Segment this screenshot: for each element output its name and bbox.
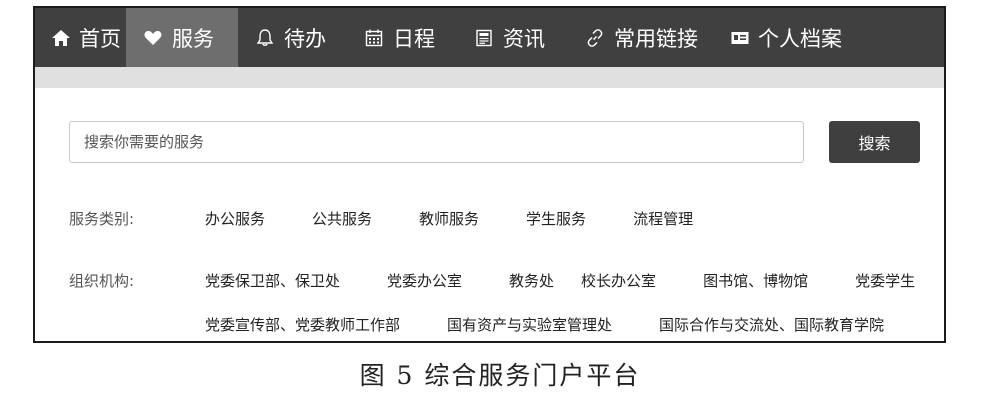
- service-category-row: 服务类别: 办公服务 公共服务 教师服务 学生服务 流程管理: [69, 208, 693, 229]
- org-link-security[interactable]: 党委保卫部、保卫处: [205, 270, 340, 291]
- org-link-academic-affairs[interactable]: 教务处: [509, 270, 554, 291]
- category-link-teacher[interactable]: 教师服务: [419, 208, 479, 229]
- search-input[interactable]: [69, 121, 804, 163]
- link-icon: [584, 27, 606, 49]
- nav-item-links[interactable]: 常用链接: [568, 8, 714, 67]
- nav-item-schedule[interactable]: 日程: [347, 8, 457, 67]
- category-link-workflow[interactable]: 流程管理: [633, 208, 693, 229]
- news-icon: [473, 27, 495, 49]
- nav-item-label: 资讯: [503, 26, 545, 51]
- organization-label: 组织机构:: [69, 272, 135, 290]
- id-card-icon: [730, 27, 750, 49]
- category-link-office[interactable]: 办公服务: [205, 208, 265, 229]
- org-link-student-affairs[interactable]: 党委学生: [855, 270, 915, 291]
- nav-item-news[interactable]: 资讯: [457, 8, 568, 67]
- nav-item-services[interactable]: 服务: [126, 8, 238, 67]
- nav-item-home[interactable]: 首页: [35, 8, 126, 67]
- organization-row-2: 党委宣传部、党委教师工作部 国有资产与实验室管理处 国际合作与交流处、国际教育学…: [69, 314, 884, 335]
- search-button[interactable]: 搜索: [829, 121, 920, 163]
- calendar-icon: [363, 27, 385, 49]
- navbar-underline-bar: [35, 67, 944, 88]
- org-link-president-office[interactable]: 校长办公室: [581, 270, 656, 291]
- organization-row-1: 组织机构: 党委保卫部、保卫处 党委办公室 教务处 校长办公室 图书馆、博物馆 …: [69, 270, 915, 291]
- home-icon: [51, 27, 71, 49]
- org-link-publicity[interactable]: 党委宣传部、党委教师工作部: [205, 314, 400, 335]
- nav-item-label: 常用链接: [614, 26, 698, 51]
- org-link-library-museum[interactable]: 图书馆、博物馆: [703, 270, 808, 291]
- org-link-party-office[interactable]: 党委办公室: [387, 270, 462, 291]
- nav-item-todo[interactable]: 待办: [238, 8, 347, 67]
- org-link-international[interactable]: 国际合作与交流处、国际教育学院: [659, 314, 884, 335]
- nav-item-label: 服务: [172, 26, 214, 51]
- service-category-label: 服务类别:: [69, 210, 135, 228]
- portal-screenshot-frame: 首页 服务 待办 日程 资讯 常用链接 个人档案 搜索你需要的服务 搜索 服务类…: [33, 6, 946, 343]
- figure-caption: 图 5 综合服务门户平台: [359, 361, 641, 390]
- bell-icon: [254, 27, 276, 49]
- nav-item-label: 首页: [79, 26, 121, 51]
- search-row: 搜索: [69, 121, 944, 167]
- org-link-assets-lab[interactable]: 国有资产与实验室管理处: [447, 314, 612, 335]
- top-navbar: 首页 服务 待办 日程 资讯 常用链接 个人档案: [35, 8, 944, 67]
- category-link-student[interactable]: 学生服务: [526, 208, 586, 229]
- heart-icon: [142, 27, 164, 49]
- nav-item-label: 个人档案: [758, 26, 842, 51]
- nav-item-label: 待办: [284, 26, 326, 51]
- nav-item-profile[interactable]: 个人档案: [714, 8, 854, 67]
- nav-item-label: 日程: [393, 26, 435, 51]
- category-link-public[interactable]: 公共服务: [312, 208, 372, 229]
